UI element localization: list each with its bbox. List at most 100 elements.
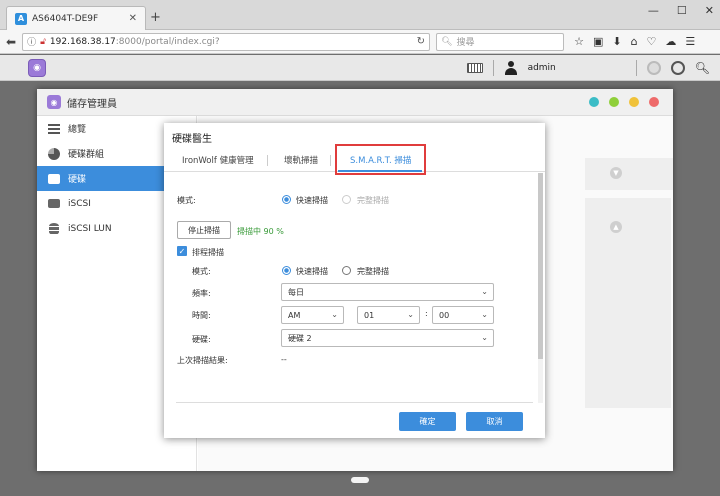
back-arrow-icon[interactable]: ⬅ [6,35,16,49]
menu-icon[interactable]: ☰ [685,35,695,48]
pocket-icon[interactable]: ♡ [647,35,657,48]
maximize-icon[interactable]: ☐ [677,4,687,17]
adm-launcher-icon[interactable]: ◉ [28,59,46,77]
scan-progress-text: 掃描中 90 % [237,227,284,236]
browser-tab-title: AS6404T-DE9F [32,13,99,24]
ampm-select[interactable]: AM ⌄ [281,306,344,324]
list-icon [47,123,60,134]
disk-select[interactable]: 硬碟 2 ⌄ [281,329,494,347]
minimize-dot-icon[interactable] [609,97,619,107]
last-result-value: -- [281,355,287,364]
browser-toolbar-icons: ☆ ▣ ⬇ ⌂ ♡ ☁ ☰ [574,35,695,48]
chevron-down-icon: ⌄ [481,287,488,296]
sidebar-item-label: 硬碟群組 [68,150,105,160]
info-dot-icon[interactable] [589,97,599,107]
divider [635,60,637,76]
sidebar-item-label: iSCSI LUN [68,223,112,234]
schedule-full-scan-label: 完整掃描 [357,267,389,276]
new-tab-button[interactable]: + [150,10,161,25]
full-scan-radio[interactable] [342,195,351,204]
user-icon[interactable] [504,61,518,75]
frequency-value: 每日 [288,287,304,297]
schedule-quick-scan-radio[interactable] [282,266,291,275]
frequency-select[interactable]: 每日 ⌄ [281,283,494,301]
quick-scan-label: 快速掃描 [296,196,328,205]
chevron-up-icon[interactable]: ▲ [610,221,622,233]
sidebar-item-label: iSCSI [68,198,91,209]
schedule-full-scan-radio[interactable] [342,266,351,275]
address-bar[interactable]: ⓘ 🔓︎ 192.168.38.17:8000/portal/index.cgi… [22,32,431,51]
url-text: 192.168.38.17:8000/portal/index.cgi? [50,37,413,47]
chevron-down-icon: ⌄ [481,310,488,319]
tab-divider [330,155,331,166]
stop-scan-button[interactable]: 停止掃描 [177,221,231,239]
minimize-icon[interactable]: — [648,4,659,17]
schedule-scan-label: 排程掃描 [192,248,224,257]
asustor-favicon-icon: A [15,12,27,25]
window-title-bar[interactable]: ◉ 儲存管理員 [37,89,673,116]
chevron-down-icon[interactable]: ▼ [610,167,622,179]
tab-divider [267,155,268,166]
cancel-button[interactable]: 取消 [466,412,523,431]
close-dot-icon[interactable] [649,97,659,107]
tab-bad-block-scan[interactable]: 壞軌掃描 [284,148,318,172]
search-placeholder: 搜尋 [456,38,475,48]
tab-ironwolf-health[interactable]: IronWolf 健康管理 [182,148,254,172]
dashboard-gauge-icon[interactable] [670,61,685,75]
ok-button[interactable]: 確定 [399,412,456,431]
keyboard-icon[interactable] [466,63,483,73]
scrollbar-thumb[interactable] [538,173,543,359]
highlight-box [335,144,426,175]
home-icon[interactable]: ⌂ [631,35,638,48]
info-icon[interactable]: ⓘ [27,35,36,48]
adm-top-bar-right: admin 🔍︎ [466,58,710,78]
browser-tab[interactable]: A AS6404T-DE9F ✕ [6,6,146,30]
reload-icon[interactable]: ↻ [417,36,425,47]
username[interactable]: admin [528,63,556,73]
hour-select[interactable]: 01 ⌄ [357,306,420,324]
disk-value: 硬碟 2 [288,333,312,343]
drive-icon [47,199,60,208]
minute-value: 00 [439,310,450,320]
url-path: :8000/portal/index.cgi? [115,36,220,47]
browser-search-input[interactable]: 🔍︎ 搜尋 [436,32,565,51]
time-colon: : [425,309,428,318]
background-panel [585,198,671,408]
divider [492,60,494,76]
ampm-value: AM [288,310,301,320]
browser-tab-bar: A AS6404T-DE9F ✕ + — ☐ ✕ [0,0,720,30]
last-result-label: 上次掃描結果: [177,356,228,365]
minute-select[interactable]: 00 ⌄ [432,306,494,324]
background-panel [585,158,673,190]
chevron-down-icon: ⌄ [481,333,488,342]
time-label: 時間: [192,311,211,320]
close-window-icon[interactable]: ✕ [705,4,714,17]
pie-chart-icon [47,147,60,160]
window-controls: — ☐ ✕ [648,4,714,17]
schedule-quick-scan-label: 快速掃描 [296,267,328,276]
schedule-mode-label: 模式: [192,267,211,276]
notification-icon[interactable] [646,61,661,75]
dialog-footer-divider [176,402,533,403]
sidebar-item-label: 總覽 [68,125,87,135]
browser-nav-bar: ⬅ ⓘ 🔓︎ 192.168.38.17:8000/portal/index.c… [0,30,720,54]
chevron-down-icon: ⌄ [407,310,414,319]
search-icon[interactable]: 🔍︎ [695,61,710,75]
chevron-down-icon: ⌄ [331,310,338,319]
schedule-scan-checkbox[interactable]: ✓ [177,246,187,256]
maximize-dot-icon[interactable] [629,97,639,107]
storage-manager-icon: ◉ [47,95,61,109]
full-scan-label: 完整掃描 [357,196,389,205]
quick-scan-radio[interactable] [282,195,291,204]
database-icon [48,222,59,235]
bookmark-star-icon[interactable]: ☆ [574,35,584,48]
dock-handle[interactable] [351,477,369,483]
sidebar-item-label: 硬碟 [68,175,87,185]
close-tab-icon[interactable]: ✕ [129,13,137,24]
clipboard-icon[interactable]: ▣ [593,35,603,48]
hour-value: 01 [364,310,375,320]
download-icon[interactable]: ⬇ [612,35,621,48]
window-title: 儲存管理員 [67,98,117,110]
cloud-icon[interactable]: ☁ [665,35,676,48]
adm-top-bar: ◉ admin 🔍︎ [0,55,720,81]
